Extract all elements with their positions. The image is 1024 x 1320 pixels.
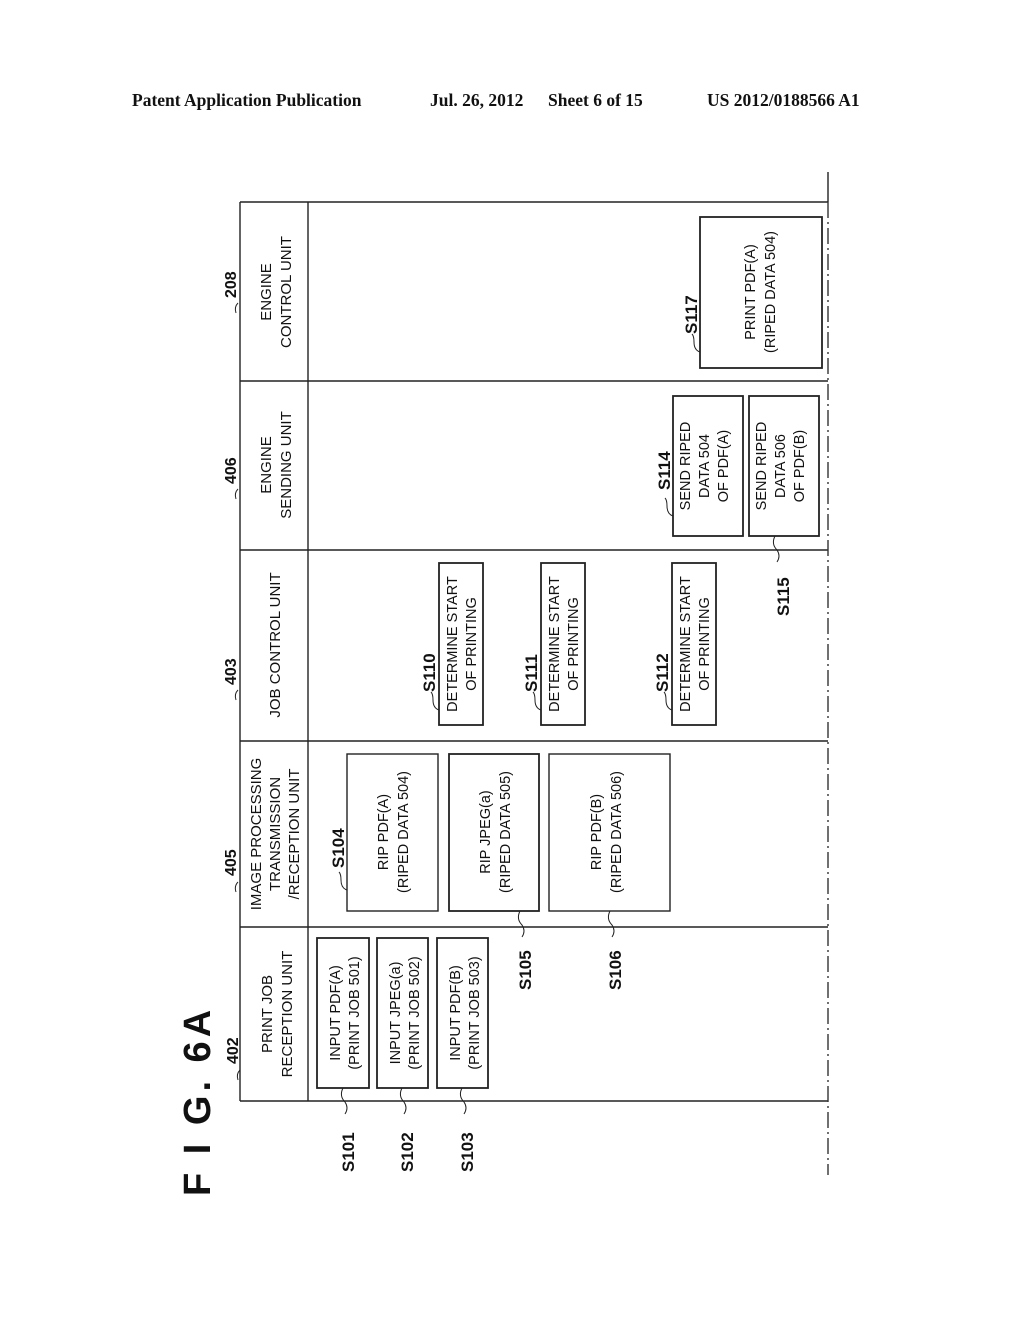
lane-ref-number: 405 [223, 849, 240, 876]
step-s114: SEND RIPED DATA 504 OF PDF(A) S114 [655, 395, 744, 537]
leader-line [664, 497, 674, 517]
step-text-line: (PRINT JOB 503) [467, 956, 483, 1069]
step-s117: PRINT PDF(A) (RIPED DATA 504) S117 [682, 216, 823, 369]
lane-label-line: CONTROL UNIT [278, 236, 295, 348]
lane-engine-control-unit: ENGINE CONTROL UNIT 208 [223, 236, 295, 348]
leader-line [532, 691, 542, 711]
step-text-line: (RIPED DATA 504) [763, 231, 779, 353]
leader-line [517, 910, 525, 938]
lane-label-line: TRANSMISSION [267, 777, 284, 891]
step-text-line: OF PRINTING [697, 597, 713, 690]
leader-line [663, 691, 673, 711]
step-text-line: DATA 504 [697, 434, 713, 498]
step-s111: DETERMINE START OF PRINTING S111 [522, 562, 586, 726]
figure-label: F I G. 6A [177, 1006, 219, 1196]
step-text-line: INPUT JPEG(a) [388, 962, 404, 1065]
step-text-line: INPUT PDF(A) [328, 965, 344, 1061]
step-text-line: OF PDF(B) [792, 430, 808, 503]
step-text-line: OF PRINTING [464, 597, 480, 690]
step-text-line: OF PDF(A) [716, 430, 732, 503]
step-text-line: RIP PDF(B) [589, 794, 605, 870]
swimlane-diagram: F I G. 6A PRINT JOB RECEPTION UNIT 402 I… [177, 172, 829, 1196]
lane-ref-number: 403 [223, 658, 240, 685]
step-text-line: DETERMINE START [445, 576, 461, 712]
step-text-line: RIP JPEG(a) [478, 790, 494, 874]
lane-ref-number: 208 [223, 271, 240, 298]
step-s103: INPUT PDF(B) (PRINT JOB 503) S103 [436, 937, 489, 1172]
lane-label-line: RECEPTION UNIT [279, 951, 296, 1078]
lane-label-line: SENDING UNIT [278, 411, 295, 519]
step-box [699, 216, 823, 369]
step-label: S114 [655, 451, 674, 490]
step-text-line: (RIPED DATA 505) [498, 771, 514, 893]
step-label: S111 [522, 654, 541, 692]
step-box [346, 753, 439, 912]
leader-line [772, 535, 780, 563]
step-text-line: INPUT PDF(B) [448, 965, 464, 1061]
step-label: S115 [774, 577, 793, 616]
leader-line [607, 910, 615, 938]
step-text-line: (RIPED DATA 506) [609, 771, 625, 893]
step-label: S112 [653, 653, 672, 692]
step-box [448, 753, 540, 912]
leader-line [234, 689, 239, 701]
lane-image-processing-unit: IMAGE PROCESSING TRANSMISSION /RECEPTION… [223, 758, 303, 911]
lane-label-line: JOB CONTROL UNIT [267, 572, 284, 717]
step-s104: RIP PDF(A) (RIPED DATA 504) S104 [329, 753, 439, 912]
lane-label-line: /RECEPTION UNIT [286, 769, 303, 900]
step-s112: DETERMINE START OF PRINTING S112 [653, 562, 717, 726]
step-text-line: OF PRINTING [566, 597, 582, 690]
step-text-line: (PRINT JOB 501) [347, 956, 363, 1069]
lane-print-job-reception-unit: PRINT JOB RECEPTION UNIT 402 [225, 951, 296, 1081]
leader-line [691, 333, 701, 353]
lane-label-line: IMAGE PROCESSING [248, 758, 265, 911]
step-text-line: SEND RIPED [754, 422, 770, 511]
lane-label-line: ENGINE [258, 263, 275, 321]
lane-label-line: PRINT JOB [259, 975, 276, 1053]
step-s106: RIP PDF(B) (RIPED DATA 506) S106 [548, 753, 671, 990]
step-label: S104 [329, 828, 348, 868]
step-label: S102 [398, 1132, 417, 1172]
step-label: S110 [420, 653, 439, 692]
leader-line [234, 302, 239, 314]
step-label: S117 [682, 295, 701, 334]
leader-line [430, 691, 440, 711]
step-s102: INPUT JPEG(a) (PRINT JOB 502) S102 [376, 937, 429, 1172]
step-text-line: (PRINT JOB 502) [407, 956, 423, 1069]
lane-ref-number: 402 [225, 1037, 242, 1064]
step-text-line: SEND RIPED [678, 422, 694, 511]
leader-line [234, 881, 239, 893]
lane-ref-number: 406 [223, 457, 240, 484]
lane-job-control-unit: JOB CONTROL UNIT 403 [223, 572, 284, 717]
step-text-line: PRINT PDF(A) [743, 244, 759, 340]
leader-line [234, 488, 239, 500]
step-text-line: RIP PDF(A) [376, 794, 392, 870]
step-text-line: DETERMINE START [547, 576, 563, 712]
step-text-line: (RIPED DATA 504) [396, 771, 412, 893]
lane-label-line: ENGINE [258, 436, 275, 494]
step-text-line: DETERMINE START [678, 576, 694, 712]
step-label: S106 [606, 950, 625, 990]
lane-engine-sending-unit: ENGINE SENDING UNIT 406 [223, 411, 295, 519]
step-s115: SEND RIPED DATA 506 OF PDF(B) S115 [748, 395, 820, 616]
step-s110: DETERMINE START OF PRINTING S110 [420, 562, 484, 726]
step-label: S101 [339, 1132, 358, 1172]
step-label: S105 [516, 950, 535, 990]
step-label: S103 [458, 1132, 477, 1172]
step-s101: INPUT PDF(A) (PRINT JOB 501) S101 [316, 937, 370, 1172]
step-text-line: DATA 506 [773, 434, 789, 498]
leader-line [338, 871, 348, 891]
